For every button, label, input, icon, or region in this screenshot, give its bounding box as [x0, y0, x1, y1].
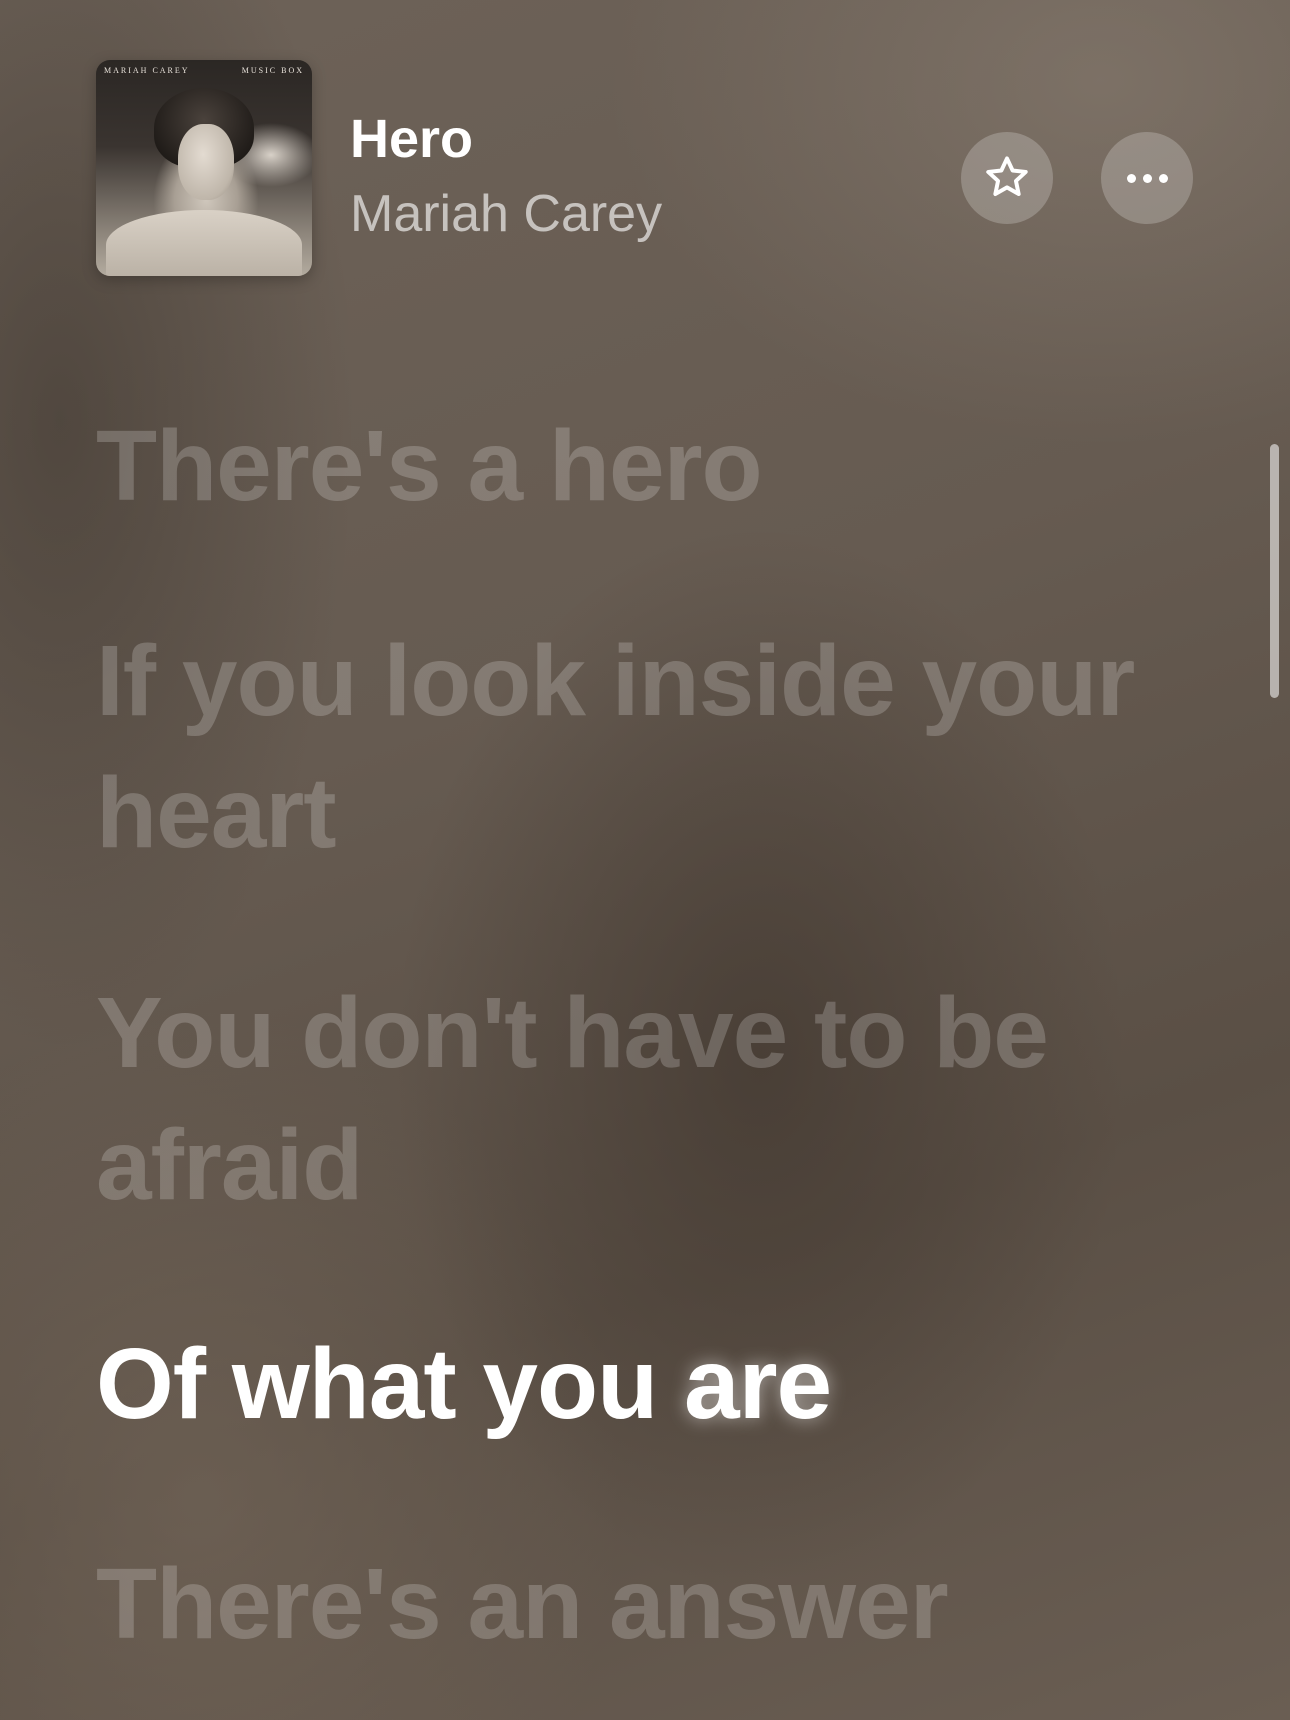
artwork-text: MARIAH CAREY MUSIC BOX: [104, 66, 304, 75]
album-artwork[interactable]: MARIAH CAREY MUSIC BOX: [96, 60, 312, 276]
lyrics-scrollbar[interactable]: [1270, 444, 1279, 698]
song-title[interactable]: Hero: [350, 112, 473, 166]
artwork-figure-face: [178, 124, 234, 200]
now-playing-header: MARIAH CAREY MUSIC BOX Hero Mariah Carey: [96, 60, 1196, 276]
lyric-line-past[interactable]: You don't have to be afraid: [96, 967, 1176, 1231]
artwork-figure-arms: [106, 210, 302, 276]
lyric-current-sung-text: Of what you: [96, 1328, 658, 1440]
lyric-current-highlighted-word: are: [684, 1328, 832, 1440]
star-icon: [986, 156, 1028, 197]
favorite-button[interactable]: [961, 132, 1053, 224]
artwork-artist-text: MARIAH CAREY: [104, 66, 190, 75]
artwork-album-text: MUSIC BOX: [241, 66, 304, 75]
lyric-line-upcoming[interactable]: There's an answer: [96, 1538, 949, 1670]
more-options-button[interactable]: [1101, 132, 1193, 224]
lyric-line-current[interactable]: Of what you are: [96, 1318, 832, 1450]
lyric-line-past[interactable]: There's a hero: [96, 400, 763, 532]
ellipsis-icon: [1126, 173, 1168, 183]
lyric-line-past[interactable]: If you look inside your heart: [96, 615, 1176, 879]
song-artist[interactable]: Mariah Carey: [350, 188, 662, 240]
